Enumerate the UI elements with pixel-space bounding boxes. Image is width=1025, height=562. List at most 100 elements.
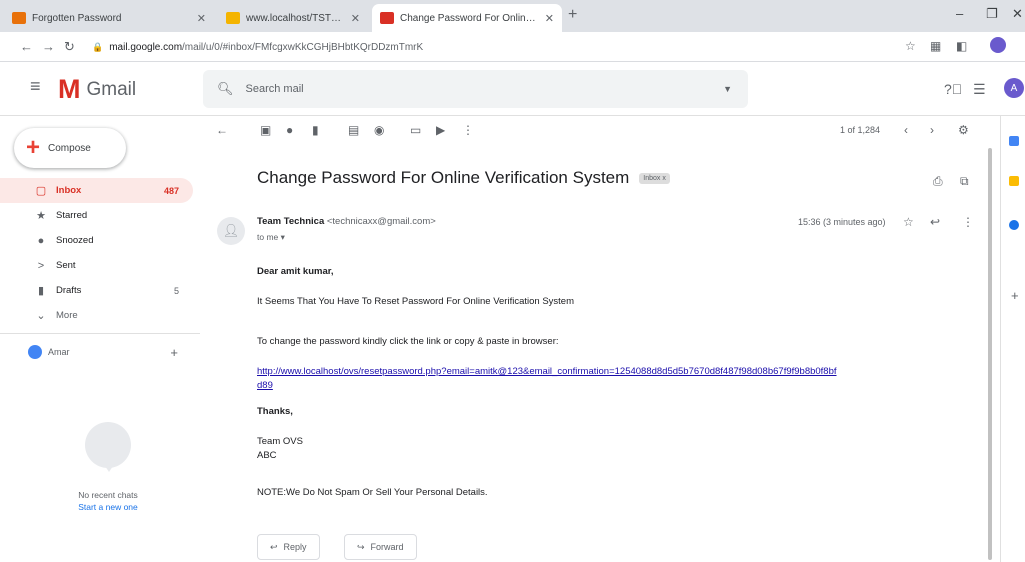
newer-chevron-icon[interactable]: ‹	[904, 123, 908, 137]
lock-icon: 🔒	[92, 41, 104, 52]
gear-icon[interactable]: ⚙	[958, 123, 969, 137]
sidebar-item-label: Snoozed	[56, 235, 94, 246]
recipient-line[interactable]: to me ▾	[257, 232, 285, 243]
browser-tab-change-password[interactable]: Change Password For Online Ve ✕	[372, 4, 562, 32]
forward-arrow-icon[interactable]: →	[42, 39, 55, 54]
back-to-inbox-icon[interactable]: ←	[216, 123, 228, 137]
side-panel: +	[1000, 116, 1025, 562]
email-signoff: ABC	[257, 450, 277, 461]
archive-icon[interactable]: ▣	[260, 123, 271, 137]
gmail-favicon-icon	[380, 12, 394, 24]
nav-list: ▢ Inbox 487 ★ Starred ● Snoozed > Sent ▮…	[0, 178, 193, 328]
get-addons-icon[interactable]: +	[1011, 288, 1019, 303]
reply-icon: ↩	[270, 541, 278, 552]
sidebar-item-inbox[interactable]: ▢ Inbox 487	[0, 178, 193, 203]
search-input[interactable]: 🔍︎ Search mail ▼	[203, 70, 748, 108]
browser-tab-forgotten-password[interactable]: Forgotten Password ✕	[4, 4, 214, 32]
sidebar-item-sent[interactable]: > Sent	[0, 253, 193, 278]
browser-profile-avatar[interactable]	[990, 37, 1006, 53]
sidebar-item-drafts[interactable]: ▮ Drafts 5	[0, 278, 193, 303]
email-signoff: Team OVS	[257, 436, 303, 447]
page-count: 1 of 1,284	[840, 125, 881, 135]
new-tab-button[interactable]: +	[568, 6, 577, 24]
close-window-button[interactable]: ✕	[1012, 6, 1023, 22]
add-person-icon[interactable]: +	[170, 345, 178, 360]
hangouts-user-name: Amar	[48, 347, 70, 357]
reply-label: Reply	[283, 542, 307, 552]
draft-icon: ▮	[37, 285, 45, 297]
chevron-down-icon: ⌄	[36, 310, 46, 322]
extension-icon[interactable]: ◧	[956, 39, 967, 53]
sidebar-item-label: Sent	[56, 260, 76, 271]
search-icon[interactable]: 🔍︎	[217, 81, 234, 97]
inbox-label-chip[interactable]: Inbox x	[639, 172, 670, 184]
sender-email: <technicaxx@gmail.com>	[326, 216, 436, 227]
scrollbar[interactable]	[988, 148, 992, 560]
sidebar-item-snoozed[interactable]: ● Snoozed	[0, 228, 193, 253]
settings-menu-icon[interactable]: ☰	[973, 81, 986, 98]
reply-button[interactable]: ↩ Reply	[257, 534, 320, 560]
tab-close-icon[interactable]: ✕	[545, 12, 554, 25]
more-options-icon[interactable]: ⋮	[462, 123, 474, 137]
message-toolbar: ← ▣ ● ▮ ▤ ◉ ▭ ▶ ⋮ 1 of 1,284 ‹ › ⚙	[200, 116, 990, 148]
tab-close-icon[interactable]: ✕	[351, 12, 360, 25]
sender-avatar: 👤︎	[217, 217, 245, 245]
extension-icon[interactable]: ▦	[930, 39, 941, 53]
hangouts-user[interactable]: Amar +	[28, 342, 188, 362]
gmail-logo[interactable]: M Gmail	[58, 74, 136, 105]
email-greeting: Dear amit kumar,	[257, 266, 334, 277]
main-menu-icon[interactable]: ≡	[30, 76, 41, 97]
browser-toolbar: ← → ↻ 🔒 mail.google.com /mail/u/0/#inbox…	[0, 32, 1025, 62]
compose-button[interactable]: + Compose	[14, 128, 126, 168]
url-path: /mail/u/0/#inbox/FMfcgxwKkCGHjBHbtKQrDDz…	[182, 41, 424, 53]
address-bar[interactable]: 🔒 mail.google.com /mail/u/0/#inbox/FMfcg…	[92, 36, 882, 58]
email-body-line: It Seems That You Have To Reset Password…	[257, 296, 574, 307]
tasks-icon[interactable]	[1009, 220, 1019, 230]
start-chat-link[interactable]: Start a new one	[40, 502, 176, 512]
move-to-icon[interactable]: ▭	[410, 123, 421, 137]
sender-name[interactable]: Team Technica	[257, 216, 324, 227]
divider	[0, 333, 200, 334]
star-icon[interactable]: ☆	[903, 215, 914, 229]
tab-title: Change Password For Online Ve	[400, 12, 540, 24]
account-avatar[interactable]: A	[1004, 78, 1024, 98]
forward-icon: ↪	[357, 541, 365, 552]
chevron-down-icon: ▾	[280, 232, 285, 242]
calendar-icon[interactable]	[1009, 136, 1019, 146]
open-new-window-icon[interactable]: ⧉	[960, 174, 969, 189]
restore-button[interactable]: ❐	[986, 6, 998, 22]
sidebar-item-starred[interactable]: ★ Starred	[0, 203, 193, 228]
email-thanks: Thanks,	[257, 406, 293, 417]
drafts-count: 5	[173, 285, 179, 296]
clock-icon: ●	[37, 234, 45, 247]
back-arrow-icon[interactable]: ←	[20, 39, 33, 54]
tab-title: Forgotten Password	[32, 12, 122, 24]
help-icon[interactable]: ?⃝	[944, 81, 962, 97]
forward-button[interactable]: ↪ Forward	[344, 534, 417, 560]
keep-icon[interactable]	[1009, 176, 1019, 186]
email-note: NOTE:We Do Not Spam Or Sell Your Persona…	[257, 487, 488, 498]
snooze-icon[interactable]: ◉	[374, 123, 384, 137]
sidebar-item-more[interactable]: ⌄ More	[0, 303, 193, 328]
reload-icon[interactable]: ↻	[64, 39, 75, 55]
delete-icon[interactable]: ▮	[312, 123, 319, 137]
more-options-icon[interactable]: ⋮	[962, 215, 974, 229]
report-spam-icon[interactable]: ●	[286, 123, 293, 137]
reply-icon[interactable]: ↩	[930, 215, 940, 229]
minimize-button[interactable]: –	[956, 6, 963, 21]
reset-password-link[interactable]: http://www.localhost/ovs/resetpassword.p…	[257, 365, 837, 393]
search-options-icon[interactable]: ▼	[723, 84, 732, 94]
label-icon[interactable]: ▶	[436, 123, 445, 137]
mark-unread-icon[interactable]: ▤	[348, 123, 359, 137]
browser-tab-strip: Forgotten Password ✕ www.localhost/TSTEM…	[0, 0, 1025, 32]
tab-favicon-icon	[12, 12, 26, 24]
tab-close-icon[interactable]: ✕	[197, 12, 206, 25]
print-icon[interactable]: ⎙	[933, 174, 943, 189]
bookmark-star-icon[interactable]: ☆	[905, 39, 916, 53]
hangouts-chat-icon	[85, 422, 131, 472]
star-icon: ★	[36, 210, 46, 222]
older-chevron-icon[interactable]: ›	[930, 123, 934, 137]
browser-tab-localhost[interactable]: www.localhost/TSTEMP/ChUe ✕	[218, 4, 368, 32]
sidebar-item-label: More	[56, 310, 78, 321]
tab-title: www.localhost/TSTEMP/ChUe	[246, 12, 346, 24]
